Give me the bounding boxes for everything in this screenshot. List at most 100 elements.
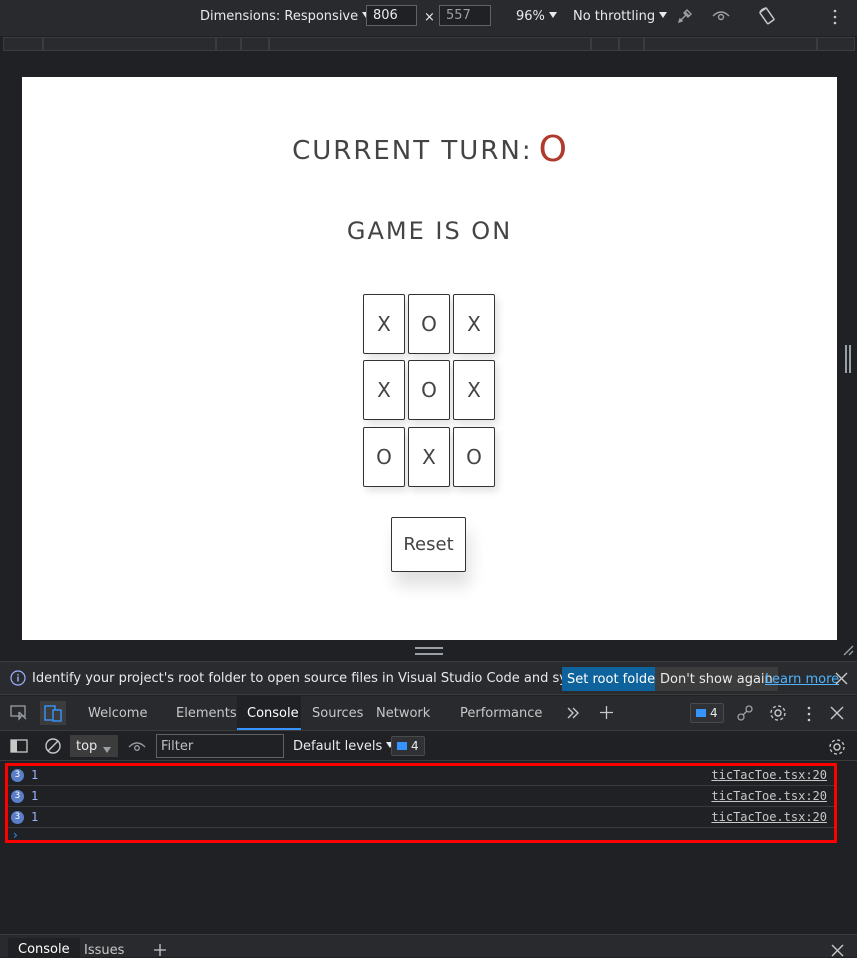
filter-input[interactable] xyxy=(156,734,284,758)
dimensions-dropdown[interactable]: Dimensions: Responsive xyxy=(200,9,371,24)
source-link[interactable]: ticTacToe.tsx:20 xyxy=(711,810,827,824)
reset-button[interactable]: Reset xyxy=(391,517,466,572)
board-cell[interactable]: X xyxy=(363,360,405,420)
console-messages: 3 1 ticTacToe.tsx:20 3 1 ticTacToe.tsx:2… xyxy=(0,762,857,934)
console-toolbar: top Default levels 4 xyxy=(0,732,857,761)
console-message-row[interactable]: 3 1 ticTacToe.tsx:20 xyxy=(5,786,837,807)
message-value: 1 xyxy=(31,768,39,782)
board-cell[interactable]: X xyxy=(453,294,495,354)
log-levels-label: Default levels xyxy=(293,739,383,754)
message-count-badge[interactable]: 4 xyxy=(391,736,425,756)
message-icon xyxy=(696,709,706,717)
add-drawer-tab-icon[interactable] xyxy=(153,943,167,957)
console-message-row[interactable]: 3 1 ticTacToe.tsx:20 xyxy=(5,765,837,786)
message-value: 1 xyxy=(31,789,39,803)
rotate-icon[interactable] xyxy=(757,6,777,26)
vscode-infobar: Identify your project's root folder to o… xyxy=(0,661,857,695)
ruler-segment[interactable] xyxy=(817,37,855,51)
repeat-count-badge: 3 xyxy=(11,790,24,803)
message-count: 4 xyxy=(411,739,419,753)
console-message-row[interactable]: 3 1 ticTacToe.tsx:20 xyxy=(5,807,837,828)
issues-badge[interactable]: 4 xyxy=(690,703,724,723)
close-icon[interactable] xyxy=(835,672,848,685)
console-settings-gear-icon[interactable] xyxy=(828,738,846,756)
source-link[interactable]: ticTacToe.tsx:20 xyxy=(711,768,827,782)
dimensions-label: Dimensions: Responsive xyxy=(200,9,359,24)
add-tab-icon[interactable] xyxy=(599,705,614,720)
chevron-down-icon xyxy=(103,744,111,759)
viewport-height-resize-handle[interactable] xyxy=(415,647,443,655)
issues-count: 4 xyxy=(710,706,718,720)
log-levels-dropdown[interactable]: Default levels xyxy=(293,739,395,754)
repeat-count-badge: 3 xyxy=(11,769,24,782)
more-options-icon[interactable] xyxy=(806,706,812,722)
ruler-segment[interactable] xyxy=(619,37,644,51)
sidebar-toggle-icon[interactable] xyxy=(10,739,28,753)
device-emulation-icon[interactable] xyxy=(40,701,66,725)
live-expression-eye-icon[interactable] xyxy=(128,740,146,754)
close-drawer-icon[interactable] xyxy=(831,944,844,957)
media-query-ruler xyxy=(3,37,855,52)
ruler-segment[interactable] xyxy=(269,37,591,51)
drawer-tab-bar: Console Issues xyxy=(0,934,857,958)
ruler-segment[interactable] xyxy=(644,37,817,51)
ruler-segment[interactable] xyxy=(3,37,43,51)
board-cell[interactable]: X xyxy=(408,427,450,487)
game-status: GAME IS ON xyxy=(346,217,513,245)
corner-resize-icon[interactable] xyxy=(842,644,854,656)
source-link[interactable]: ticTacToe.tsx:20 xyxy=(711,789,827,803)
tab-network[interactable]: Network xyxy=(376,706,430,721)
chevron-down-icon xyxy=(659,12,668,18)
height-input[interactable] xyxy=(439,5,491,26)
learn-more-link[interactable]: Learn more xyxy=(765,672,839,687)
current-turn: CURRENT TURN: O xyxy=(22,129,837,170)
ruler-segment[interactable] xyxy=(241,37,269,51)
board-cell[interactable]: O xyxy=(408,294,450,354)
gear-icon[interactable] xyxy=(769,704,787,722)
context-label: top xyxy=(76,739,98,754)
zoom-label: 96% xyxy=(516,9,545,24)
viewport-width-resize-handle[interactable] xyxy=(845,345,851,373)
board-cell[interactable]: O xyxy=(408,360,450,420)
ruler-segment[interactable] xyxy=(591,37,619,51)
clear-console-icon[interactable] xyxy=(44,737,62,755)
close-icon[interactable] xyxy=(830,706,844,720)
chevron-down-icon xyxy=(548,12,557,18)
connections-icon[interactable] xyxy=(736,704,754,722)
board-cell[interactable]: O xyxy=(363,427,405,487)
throttling-dropdown[interactable]: No throttling xyxy=(573,9,668,24)
message-icon xyxy=(397,742,407,750)
tab-sources[interactable]: Sources xyxy=(312,706,363,721)
throttling-label: No throttling xyxy=(573,9,656,24)
info-icon xyxy=(10,670,26,686)
set-root-folder-button[interactable]: Set root folder xyxy=(562,667,666,691)
turn-value: O xyxy=(538,129,567,170)
eyedropper-icon[interactable] xyxy=(676,7,694,25)
zoom-dropdown[interactable]: 96% xyxy=(516,9,557,24)
board-cell[interactable]: O xyxy=(453,427,495,487)
eye-icon[interactable] xyxy=(711,8,731,24)
width-input[interactable] xyxy=(366,5,417,26)
device-toolbar: Dimensions: Responsive × 96% No throttli… xyxy=(0,0,857,36)
turn-label: CURRENT TURN: xyxy=(292,136,533,166)
message-value: 1 xyxy=(31,810,39,824)
more-options-icon[interactable] xyxy=(832,9,838,25)
dont-show-again-button[interactable]: Don't show again xyxy=(655,667,778,691)
infobar-message: Identify your project's root folder to o… xyxy=(32,671,646,686)
board-cell[interactable]: X xyxy=(363,294,405,354)
repeat-count-badge: 3 xyxy=(11,811,24,824)
drawer-tab-issues[interactable]: Issues xyxy=(84,943,124,958)
tab-console[interactable]: Console xyxy=(237,696,301,730)
times-sign: × xyxy=(424,10,435,25)
tab-elements[interactable]: Elements xyxy=(176,706,237,721)
emulated-viewport: CURRENT TURN: O GAME IS ON X O X X O X O … xyxy=(22,77,837,640)
board-cell[interactable]: X xyxy=(453,360,495,420)
console-prompt[interactable]: › xyxy=(13,828,18,842)
inspect-element-icon[interactable] xyxy=(10,705,28,721)
drawer-tab-console[interactable]: Console xyxy=(8,938,80,958)
tab-welcome[interactable]: Welcome xyxy=(88,706,147,721)
more-tabs-icon[interactable] xyxy=(566,706,580,720)
ruler-segment[interactable] xyxy=(43,37,216,51)
tab-performance[interactable]: Performance xyxy=(460,706,542,721)
ruler-segment[interactable] xyxy=(216,37,241,51)
